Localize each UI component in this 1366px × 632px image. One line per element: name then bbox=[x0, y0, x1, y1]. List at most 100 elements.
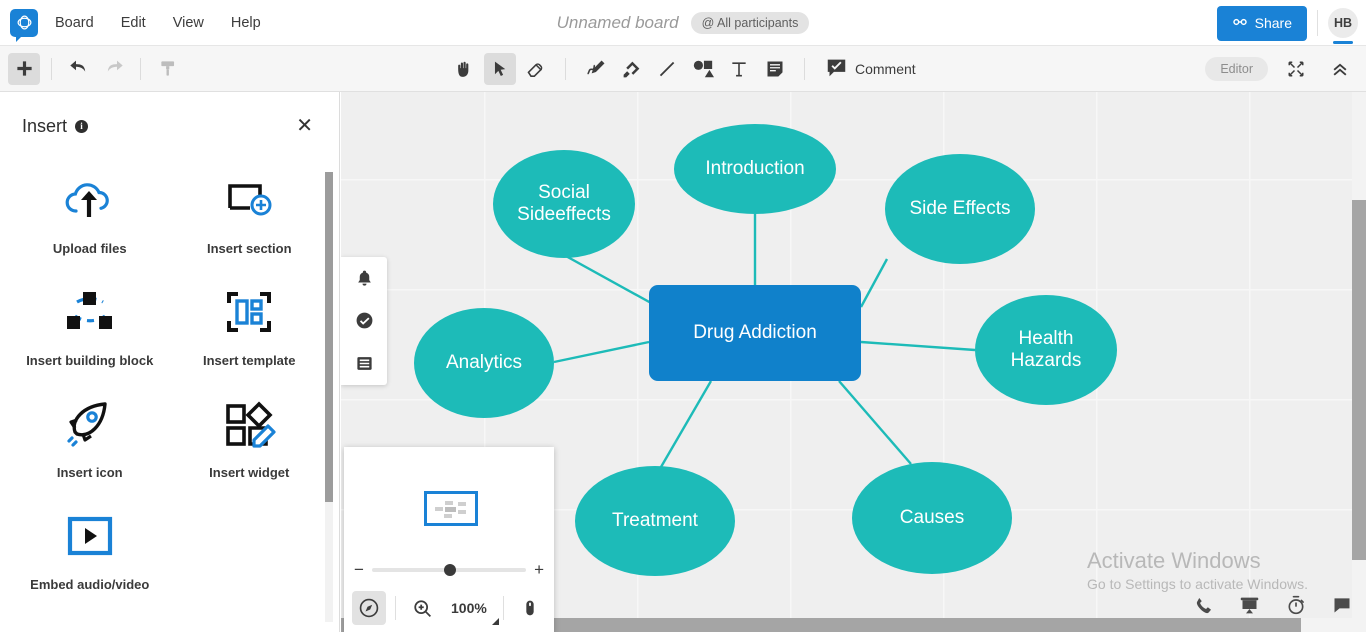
insert-item-label: Embed audio/video bbox=[30, 577, 150, 592]
menu-item-view[interactable]: View bbox=[170, 11, 207, 35]
sticky-note-icon[interactable] bbox=[759, 53, 791, 85]
insert-item-label: Insert template bbox=[203, 353, 296, 368]
mindmap-node-drug-addiction[interactable]: Drug Addiction bbox=[649, 285, 861, 381]
meeting-toolbar bbox=[1194, 586, 1352, 624]
node-label: Drug Addiction bbox=[693, 321, 817, 343]
format-painter-icon[interactable] bbox=[152, 53, 184, 85]
hand-icon[interactable] bbox=[448, 53, 480, 85]
all-participants-chip[interactable]: @ All participants bbox=[690, 12, 810, 34]
node-label: Social Sideeffects bbox=[517, 181, 611, 225]
node-label: Introduction bbox=[705, 157, 805, 179]
minimap[interactable] bbox=[424, 491, 478, 526]
eraser-icon[interactable] bbox=[520, 53, 552, 85]
vertical-scrollbar-thumb[interactable] bbox=[1352, 200, 1366, 560]
timer-icon[interactable] bbox=[1286, 595, 1306, 615]
zoom-out-button[interactable]: − bbox=[354, 560, 364, 580]
mindmap-node-social-sideeffects[interactable]: Social Sideeffects bbox=[493, 150, 635, 258]
conceptboard-logo[interactable] bbox=[10, 8, 38, 42]
mindmap-node-causes[interactable]: Causes bbox=[852, 462, 1012, 574]
insert-panel-header: Insert i ✕ bbox=[0, 92, 339, 138]
board-title[interactable]: Unnamed board bbox=[557, 13, 679, 33]
menu-items: Board Edit View Help bbox=[52, 11, 264, 35]
menu-item-help[interactable]: Help bbox=[228, 11, 264, 35]
toolbar-divider-2 bbox=[140, 57, 141, 80]
logo-wrap bbox=[0, 8, 48, 42]
zoom-controls-row: 100% bbox=[344, 582, 554, 632]
mindmap-node-side-effects[interactable]: Side Effects bbox=[885, 154, 1035, 264]
insert-item-insert-section[interactable]: Insert section bbox=[170, 172, 330, 256]
editor-mode-chip[interactable]: Editor bbox=[1205, 57, 1268, 81]
shapes-icon[interactable] bbox=[687, 53, 719, 85]
node-label: Causes bbox=[899, 506, 965, 528]
app-root: Board Edit View Help Unnamed board @ All… bbox=[0, 0, 1366, 632]
zoom-in-button[interactable]: + bbox=[534, 560, 544, 580]
undo-icon[interactable] bbox=[63, 53, 95, 85]
toolbar-divider-4 bbox=[804, 58, 805, 80]
header-right: Share HB bbox=[1216, 0, 1358, 46]
insert-panel-scroll-thumb[interactable] bbox=[325, 172, 333, 502]
avatar[interactable]: HB bbox=[1328, 8, 1358, 44]
chat-icon[interactable] bbox=[1332, 595, 1352, 615]
zoom-divider-2 bbox=[502, 596, 504, 620]
building-block-icon bbox=[61, 284, 119, 340]
zoom-navigator-panel: − + 100% bbox=[344, 447, 554, 632]
mindmap-node-introduction[interactable]: Introduction bbox=[674, 124, 836, 214]
insert-panel: Insert i ✕ Upload files Insert section I… bbox=[0, 92, 340, 632]
insert-item-upload-files[interactable]: Upload files bbox=[10, 172, 170, 256]
highlighter-icon[interactable] bbox=[615, 53, 647, 85]
menu-item-board[interactable]: Board bbox=[52, 11, 97, 35]
menu-item-edit[interactable]: Edit bbox=[118, 11, 149, 35]
header-divider bbox=[1317, 10, 1318, 36]
toolbar-right: Editor bbox=[1205, 46, 1356, 92]
toolbar-divider-3 bbox=[565, 58, 566, 80]
node-label: Health Hazards bbox=[1010, 327, 1082, 371]
phone-icon[interactable] bbox=[1194, 596, 1213, 615]
insert-item-insert-template[interactable]: Insert template bbox=[170, 284, 330, 368]
node-label: Analytics bbox=[445, 351, 523, 373]
present-screen-icon[interactable] bbox=[1239, 595, 1260, 616]
compass-icon[interactable] bbox=[352, 591, 386, 625]
mindmap-node-health-hazards[interactable]: Health Hazards bbox=[975, 295, 1117, 405]
play-video-icon bbox=[61, 508, 119, 564]
zoom-divider-1 bbox=[395, 596, 396, 620]
line-icon[interactable] bbox=[651, 53, 683, 85]
side-tool-strip bbox=[341, 257, 387, 385]
add-icon[interactable] bbox=[8, 52, 40, 85]
zoom-slider[interactable] bbox=[371, 564, 527, 576]
minimap-content bbox=[431, 499, 471, 519]
comment-button[interactable]: Comment bbox=[818, 53, 924, 85]
node-label: Treatment bbox=[612, 509, 698, 531]
magnifier-plus-icon[interactable] bbox=[405, 591, 439, 625]
insert-panel-grid: Upload files Insert section Insert build… bbox=[0, 138, 339, 612]
mindmap-node-analytics[interactable]: Analytics bbox=[414, 308, 554, 418]
presenter-mouse-icon[interactable] bbox=[513, 591, 547, 625]
mindmap-node-treatment[interactable]: Treatment bbox=[575, 466, 735, 576]
widget-icon bbox=[220, 396, 278, 452]
toolbar-left bbox=[0, 52, 184, 85]
insert-panel-title: Insert i bbox=[22, 116, 89, 137]
insert-item-insert-icon[interactable]: Insert icon bbox=[10, 396, 170, 480]
collapse-chevrons-icon[interactable] bbox=[1324, 53, 1356, 85]
board-canvas[interactable]: Social Sideeffects Introduction Side Eff… bbox=[341, 92, 1366, 632]
check-circle-icon[interactable] bbox=[355, 311, 374, 330]
bell-icon[interactable] bbox=[355, 269, 374, 288]
close-icon[interactable]: ✕ bbox=[292, 114, 317, 138]
text-icon[interactable] bbox=[723, 53, 755, 85]
info-icon[interactable]: i bbox=[75, 119, 89, 133]
comment-icon bbox=[826, 57, 847, 81]
share-button[interactable]: Share bbox=[1216, 5, 1307, 41]
insert-item-label: Upload files bbox=[52, 241, 127, 256]
insert-item-embed-audio-video[interactable]: Embed audio/video bbox=[10, 508, 170, 592]
zoom-level[interactable]: 100% bbox=[451, 600, 499, 625]
pen-icon[interactable] bbox=[579, 53, 611, 85]
toolbar-divider-1 bbox=[51, 57, 52, 80]
insert-item-insert-widget[interactable]: Insert widget bbox=[170, 396, 330, 480]
menubar: Board Edit View Help Unnamed board @ All… bbox=[0, 0, 1366, 46]
redo-icon[interactable] bbox=[97, 53, 129, 85]
list-icon[interactable] bbox=[355, 354, 374, 373]
insert-item-building-block[interactable]: Insert building block bbox=[10, 284, 170, 368]
cursor-icon[interactable] bbox=[484, 53, 516, 85]
fullscreen-icon[interactable] bbox=[1280, 53, 1312, 85]
zoom-slider-knob[interactable] bbox=[444, 564, 457, 576]
share-label: Share bbox=[1254, 15, 1292, 31]
